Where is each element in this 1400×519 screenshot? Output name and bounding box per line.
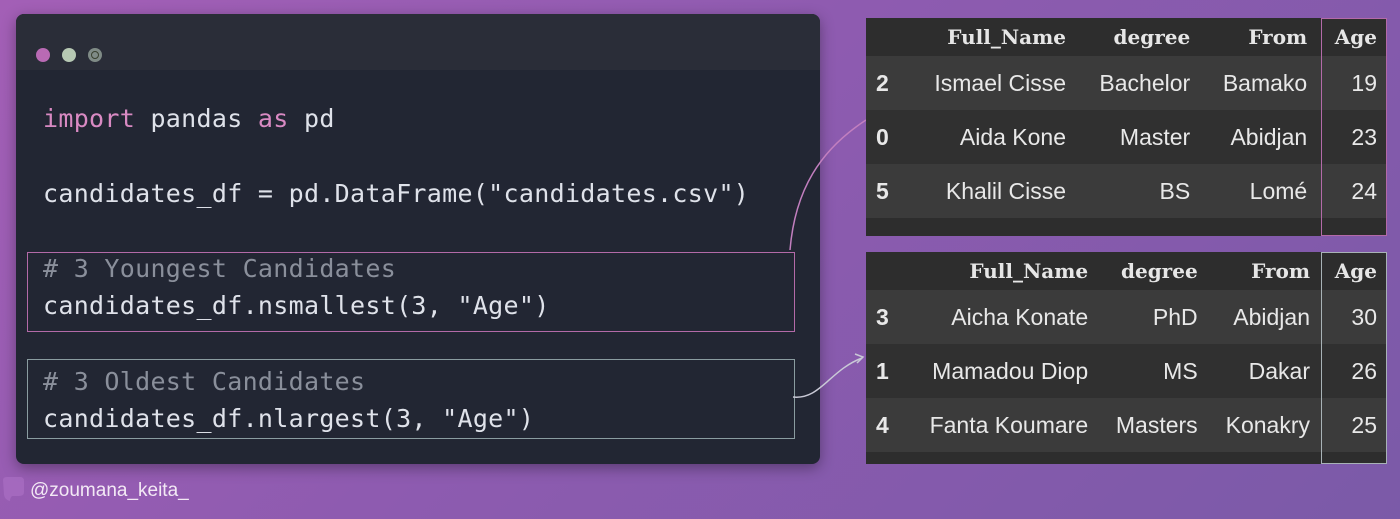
oldest-table: Full_Name degree From Age 3 Aicha Konate… — [866, 252, 1387, 452]
header-full-name: Full_Name — [906, 252, 1099, 290]
cell-degree: MS — [1098, 344, 1208, 398]
keyword-import: import — [43, 104, 136, 133]
author-handle: @zoumana_keita_ — [30, 480, 189, 501]
cell-age: 19 — [1317, 56, 1387, 110]
cell-age: 24 — [1317, 164, 1387, 218]
table-header-row: Full_Name degree From Age — [866, 252, 1387, 290]
cell-age: 26 — [1320, 344, 1387, 398]
cell-degree: Master — [1076, 110, 1201, 164]
window-dot-grey-icon — [88, 48, 102, 62]
oldest-dataframe: Full_Name degree From Age 3 Aicha Konate… — [866, 252, 1387, 464]
header-age: Age — [1320, 252, 1387, 290]
code-line-nlargest: candidates_df.nlargest(3, "Age") — [43, 404, 535, 433]
cell-full-name: Aida Kone — [906, 110, 1077, 164]
cell-from: Lomé — [1200, 164, 1318, 218]
table-row: 2 Ismael Cisse Bachelor Bamako 19 — [866, 56, 1387, 110]
table-row: 3 Aicha Konate PhD Abidjan 30 — [866, 290, 1387, 344]
cell-degree: PhD — [1098, 290, 1208, 344]
header-index — [866, 252, 906, 290]
row-index: 2 — [866, 56, 906, 110]
header-from: From — [1200, 18, 1318, 56]
connector-arrowhead-icon — [854, 353, 865, 364]
table-header-row: Full_Name degree From Age — [866, 18, 1387, 56]
cell-from: Abidjan — [1207, 290, 1320, 344]
header-age: Age — [1317, 18, 1387, 56]
code-editor-window: import pandas as pd candidates_df = pd.D… — [16, 14, 820, 464]
cell-from: Dakar — [1207, 344, 1320, 398]
youngest-dataframe: Full_Name degree From Age 2 Ismael Cisse… — [866, 18, 1387, 236]
code-comment-youngest: # 3 Youngest Candidates — [43, 254, 397, 283]
module-alias: pd — [288, 104, 335, 133]
cell-degree: BS — [1076, 164, 1201, 218]
code-line-import: import pandas as pd — [43, 104, 335, 133]
cell-from: Konakry — [1207, 398, 1320, 452]
table-row: 1 Mamadou Diop MS Dakar 26 — [866, 344, 1387, 398]
keyword-as: as — [257, 104, 289, 133]
module-name: pandas — [135, 104, 258, 133]
cell-full-name: Ismael Cisse — [906, 56, 1077, 110]
code-line-assign: candidates_df = pd.DataFrame("candidates… — [43, 179, 750, 208]
cell-from: Bamako — [1200, 56, 1318, 110]
youngest-table: Full_Name degree From Age 2 Ismael Cisse… — [866, 18, 1387, 218]
code-comment-oldest: # 3 Oldest Candidates — [43, 367, 366, 396]
cell-full-name: Mamadou Diop — [906, 344, 1099, 398]
row-index: 0 — [866, 110, 906, 164]
table-row: 0 Aida Kone Master Abidjan 23 — [866, 110, 1387, 164]
header-degree: degree — [1076, 18, 1201, 56]
cell-age: 30 — [1320, 290, 1387, 344]
row-index: 4 — [866, 398, 906, 452]
code-line-nsmallest: candidates_df.nsmallest(3, "Age") — [43, 291, 550, 320]
cell-age: 25 — [1320, 398, 1387, 452]
cell-degree: Masters — [1098, 398, 1208, 452]
cell-age: 23 — [1317, 110, 1387, 164]
table-row: 5 Khalil Cisse BS Lomé 24 — [866, 164, 1387, 218]
cell-full-name: Aicha Konate — [906, 290, 1099, 344]
row-index: 5 — [866, 164, 906, 218]
cell-from: Abidjan — [1200, 110, 1318, 164]
cell-full-name: Fanta Koumare — [906, 398, 1099, 452]
header-degree: degree — [1098, 252, 1208, 290]
header-from: From — [1207, 252, 1320, 290]
mastodon-logo-icon — [3, 477, 24, 501]
cell-degree: Bachelor — [1076, 56, 1201, 110]
row-index: 3 — [866, 290, 906, 344]
cell-full-name: Khalil Cisse — [906, 164, 1077, 218]
header-full-name: Full_Name — [906, 18, 1077, 56]
window-dot-pink-icon — [36, 48, 50, 62]
row-index: 1 — [866, 344, 906, 398]
table-row: 4 Fanta Koumare Masters Konakry 25 — [866, 398, 1387, 452]
window-dot-green-icon — [62, 48, 76, 62]
header-index — [866, 18, 906, 56]
editor-titlebar — [16, 14, 820, 70]
